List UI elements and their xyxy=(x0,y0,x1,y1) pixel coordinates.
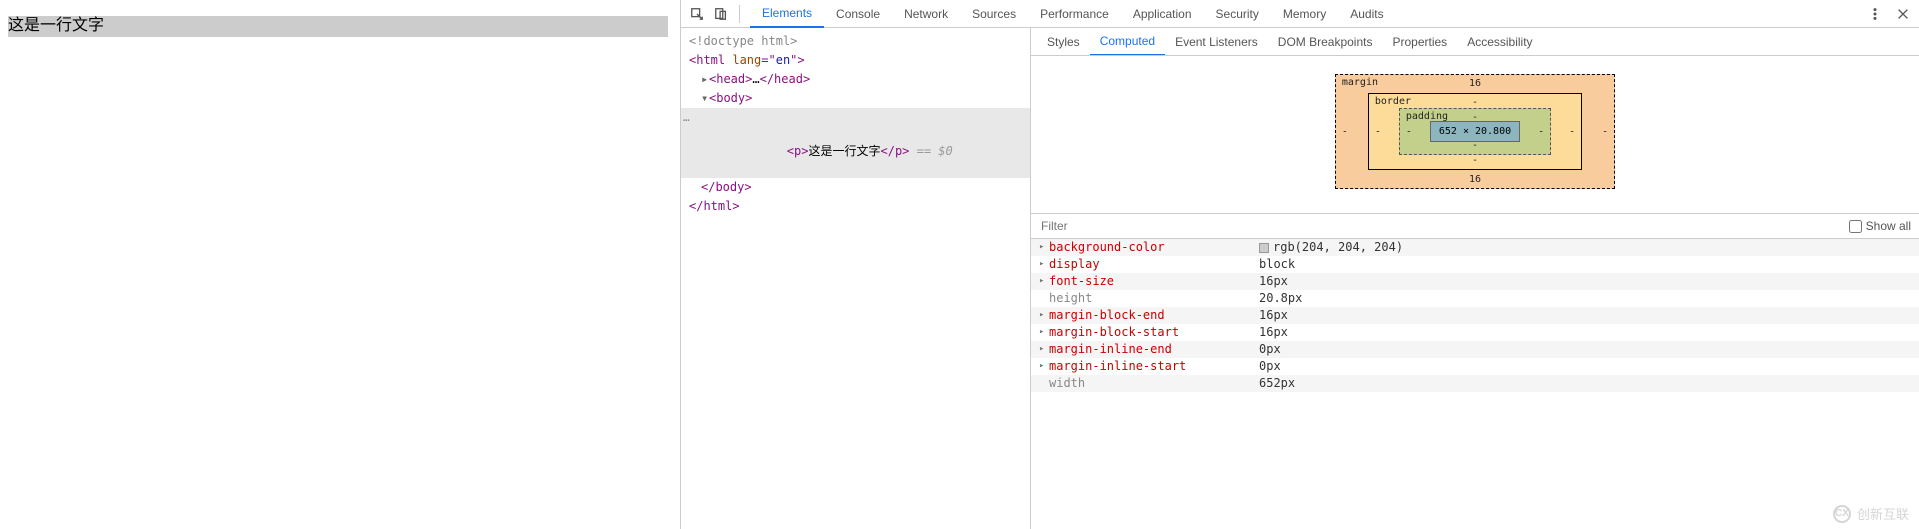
box-model-border[interactable]: border - - - - padding - - - - 65 xyxy=(1368,93,1582,170)
computed-prop-value: 16px xyxy=(1259,324,1911,341)
computed-prop-name: background-color xyxy=(1049,239,1259,256)
tab-styles[interactable]: Styles xyxy=(1037,29,1090,55)
filter-input[interactable] xyxy=(1039,218,1841,234)
close-icon[interactable] xyxy=(1891,2,1915,26)
computed-row[interactable]: width652px xyxy=(1031,375,1919,392)
dom-body-close[interactable]: </body> xyxy=(681,178,1030,197)
tab-audits[interactable]: Audits xyxy=(1338,1,1395,27)
computed-row[interactable]: ▸background-colorrgb(204, 204, 204) xyxy=(1031,239,1919,256)
computed-prop-name: margin-block-end xyxy=(1049,307,1259,324)
computed-prop-value: block xyxy=(1259,256,1911,273)
tab-sources[interactable]: Sources xyxy=(960,1,1028,27)
tab-console[interactable]: Console xyxy=(824,1,892,27)
computed-row[interactable]: ▸displayblock xyxy=(1031,256,1919,273)
computed-row[interactable]: ▸margin-inline-end0px xyxy=(1031,341,1919,358)
color-swatch-icon xyxy=(1259,243,1269,253)
computed-prop-name: font-size xyxy=(1049,273,1259,290)
expand-icon[interactable]: ▸ xyxy=(1039,341,1049,358)
computed-prop-name: height xyxy=(1049,290,1259,307)
inspect-icon[interactable] xyxy=(685,2,709,26)
show-all-checkbox[interactable] xyxy=(1849,220,1862,233)
tab-dom-breakpoints[interactable]: DOM Breakpoints xyxy=(1268,29,1383,55)
expand-icon[interactable]: ▸ xyxy=(1039,307,1049,324)
computed-row[interactable]: ▸margin-inline-start0px xyxy=(1031,358,1919,375)
tab-application[interactable]: Application xyxy=(1121,1,1204,27)
computed-prop-value: rgb(204, 204, 204) xyxy=(1259,239,1911,256)
device-toggle-icon[interactable] xyxy=(709,2,733,26)
box-model-padding[interactable]: padding - - - - 652 × 20.800 xyxy=(1399,108,1551,155)
tab-elements[interactable]: Elements xyxy=(750,0,824,28)
computed-prop-name: margin-block-start xyxy=(1049,324,1259,341)
expand-icon[interactable]: ▸ xyxy=(1039,239,1049,256)
computed-prop-name: margin-inline-end xyxy=(1049,341,1259,358)
computed-prop-name: margin-inline-start xyxy=(1049,358,1259,375)
gutter-ellipsis-icon[interactable]: … xyxy=(683,109,690,126)
dom-html-close[interactable]: </html> xyxy=(681,197,1030,216)
expand-icon[interactable]: ▸ xyxy=(1039,358,1049,375)
topbar-right-icons xyxy=(1863,2,1915,26)
tab-event-listeners[interactable]: Event Listeners xyxy=(1165,29,1268,55)
expand-icon[interactable]: ▸ xyxy=(1039,324,1049,341)
tab-computed[interactable]: Computed xyxy=(1090,28,1165,56)
computed-prop-name: width xyxy=(1049,375,1259,392)
tab-accessibility[interactable]: Accessibility xyxy=(1457,29,1542,55)
computed-row[interactable]: height20.8px xyxy=(1031,290,1919,307)
devtools-topbar: Elements Console Network Sources Perform… xyxy=(681,0,1919,28)
tab-properties[interactable]: Properties xyxy=(1382,29,1457,55)
dom-head[interactable]: ▸<head>…</head> xyxy=(681,70,1030,89)
computed-prop-value: 0px xyxy=(1259,341,1911,358)
tab-network[interactable]: Network xyxy=(892,1,960,27)
elements-tree[interactable]: <!doctype html> <html lang="en"> ▸<head>… xyxy=(681,28,1031,529)
styles-tabs: Styles Computed Event Listeners DOM Brea… xyxy=(1031,28,1919,56)
box-model-content[interactable]: 652 × 20.800 xyxy=(1430,121,1520,142)
more-icon[interactable] xyxy=(1863,2,1887,26)
computed-list[interactable]: ▸background-colorrgb(204, 204, 204)▸disp… xyxy=(1031,239,1919,529)
computed-prop-value: 20.8px xyxy=(1259,290,1911,307)
computed-row[interactable]: ▸margin-block-start16px xyxy=(1031,324,1919,341)
page-preview: 这是一行文字 xyxy=(0,0,680,529)
expand-icon[interactable]: ▸ xyxy=(1039,256,1049,273)
box-model[interactable]: margin 16 16 - - border - - - - paddin xyxy=(1031,56,1919,213)
computed-row[interactable]: ▸font-size16px xyxy=(1031,273,1919,290)
computed-prop-name: display xyxy=(1049,256,1259,273)
show-all-label: Show all xyxy=(1866,219,1911,233)
computed-row[interactable]: ▸margin-block-end16px xyxy=(1031,307,1919,324)
divider xyxy=(739,5,740,23)
show-all-toggle[interactable]: Show all xyxy=(1849,219,1911,233)
filter-bar: Show all xyxy=(1031,213,1919,239)
devtools-panel: Elements Console Network Sources Perform… xyxy=(680,0,1919,529)
dom-p-selected[interactable]: … <p>这是一行文字</p> == $0 xyxy=(681,108,1030,178)
dom-body-open[interactable]: ▾<body> xyxy=(681,89,1030,108)
devtools-body: <!doctype html> <html lang="en"> ▸<head>… xyxy=(681,28,1919,529)
box-model-margin[interactable]: margin 16 16 - - border - - - - paddin xyxy=(1335,74,1615,189)
expand-icon[interactable]: ▸ xyxy=(1039,273,1049,290)
computed-prop-value: 16px xyxy=(1259,273,1911,290)
computed-prop-value: 0px xyxy=(1259,358,1911,375)
tab-security[interactable]: Security xyxy=(1204,1,1271,27)
computed-prop-value: 16px xyxy=(1259,307,1911,324)
styles-panel: Styles Computed Event Listeners DOM Brea… xyxy=(1031,28,1919,529)
computed-prop-value: 652px xyxy=(1259,375,1911,392)
rendered-paragraph[interactable]: 这是一行文字 xyxy=(8,16,668,37)
tab-memory[interactable]: Memory xyxy=(1271,1,1338,27)
dom-html-open[interactable]: <html lang="en"> xyxy=(681,51,1030,70)
main-tabs: Elements Console Network Sources Perform… xyxy=(750,0,1863,27)
dom-doctype[interactable]: <!doctype html> xyxy=(681,32,1030,51)
tab-performance[interactable]: Performance xyxy=(1028,1,1121,27)
